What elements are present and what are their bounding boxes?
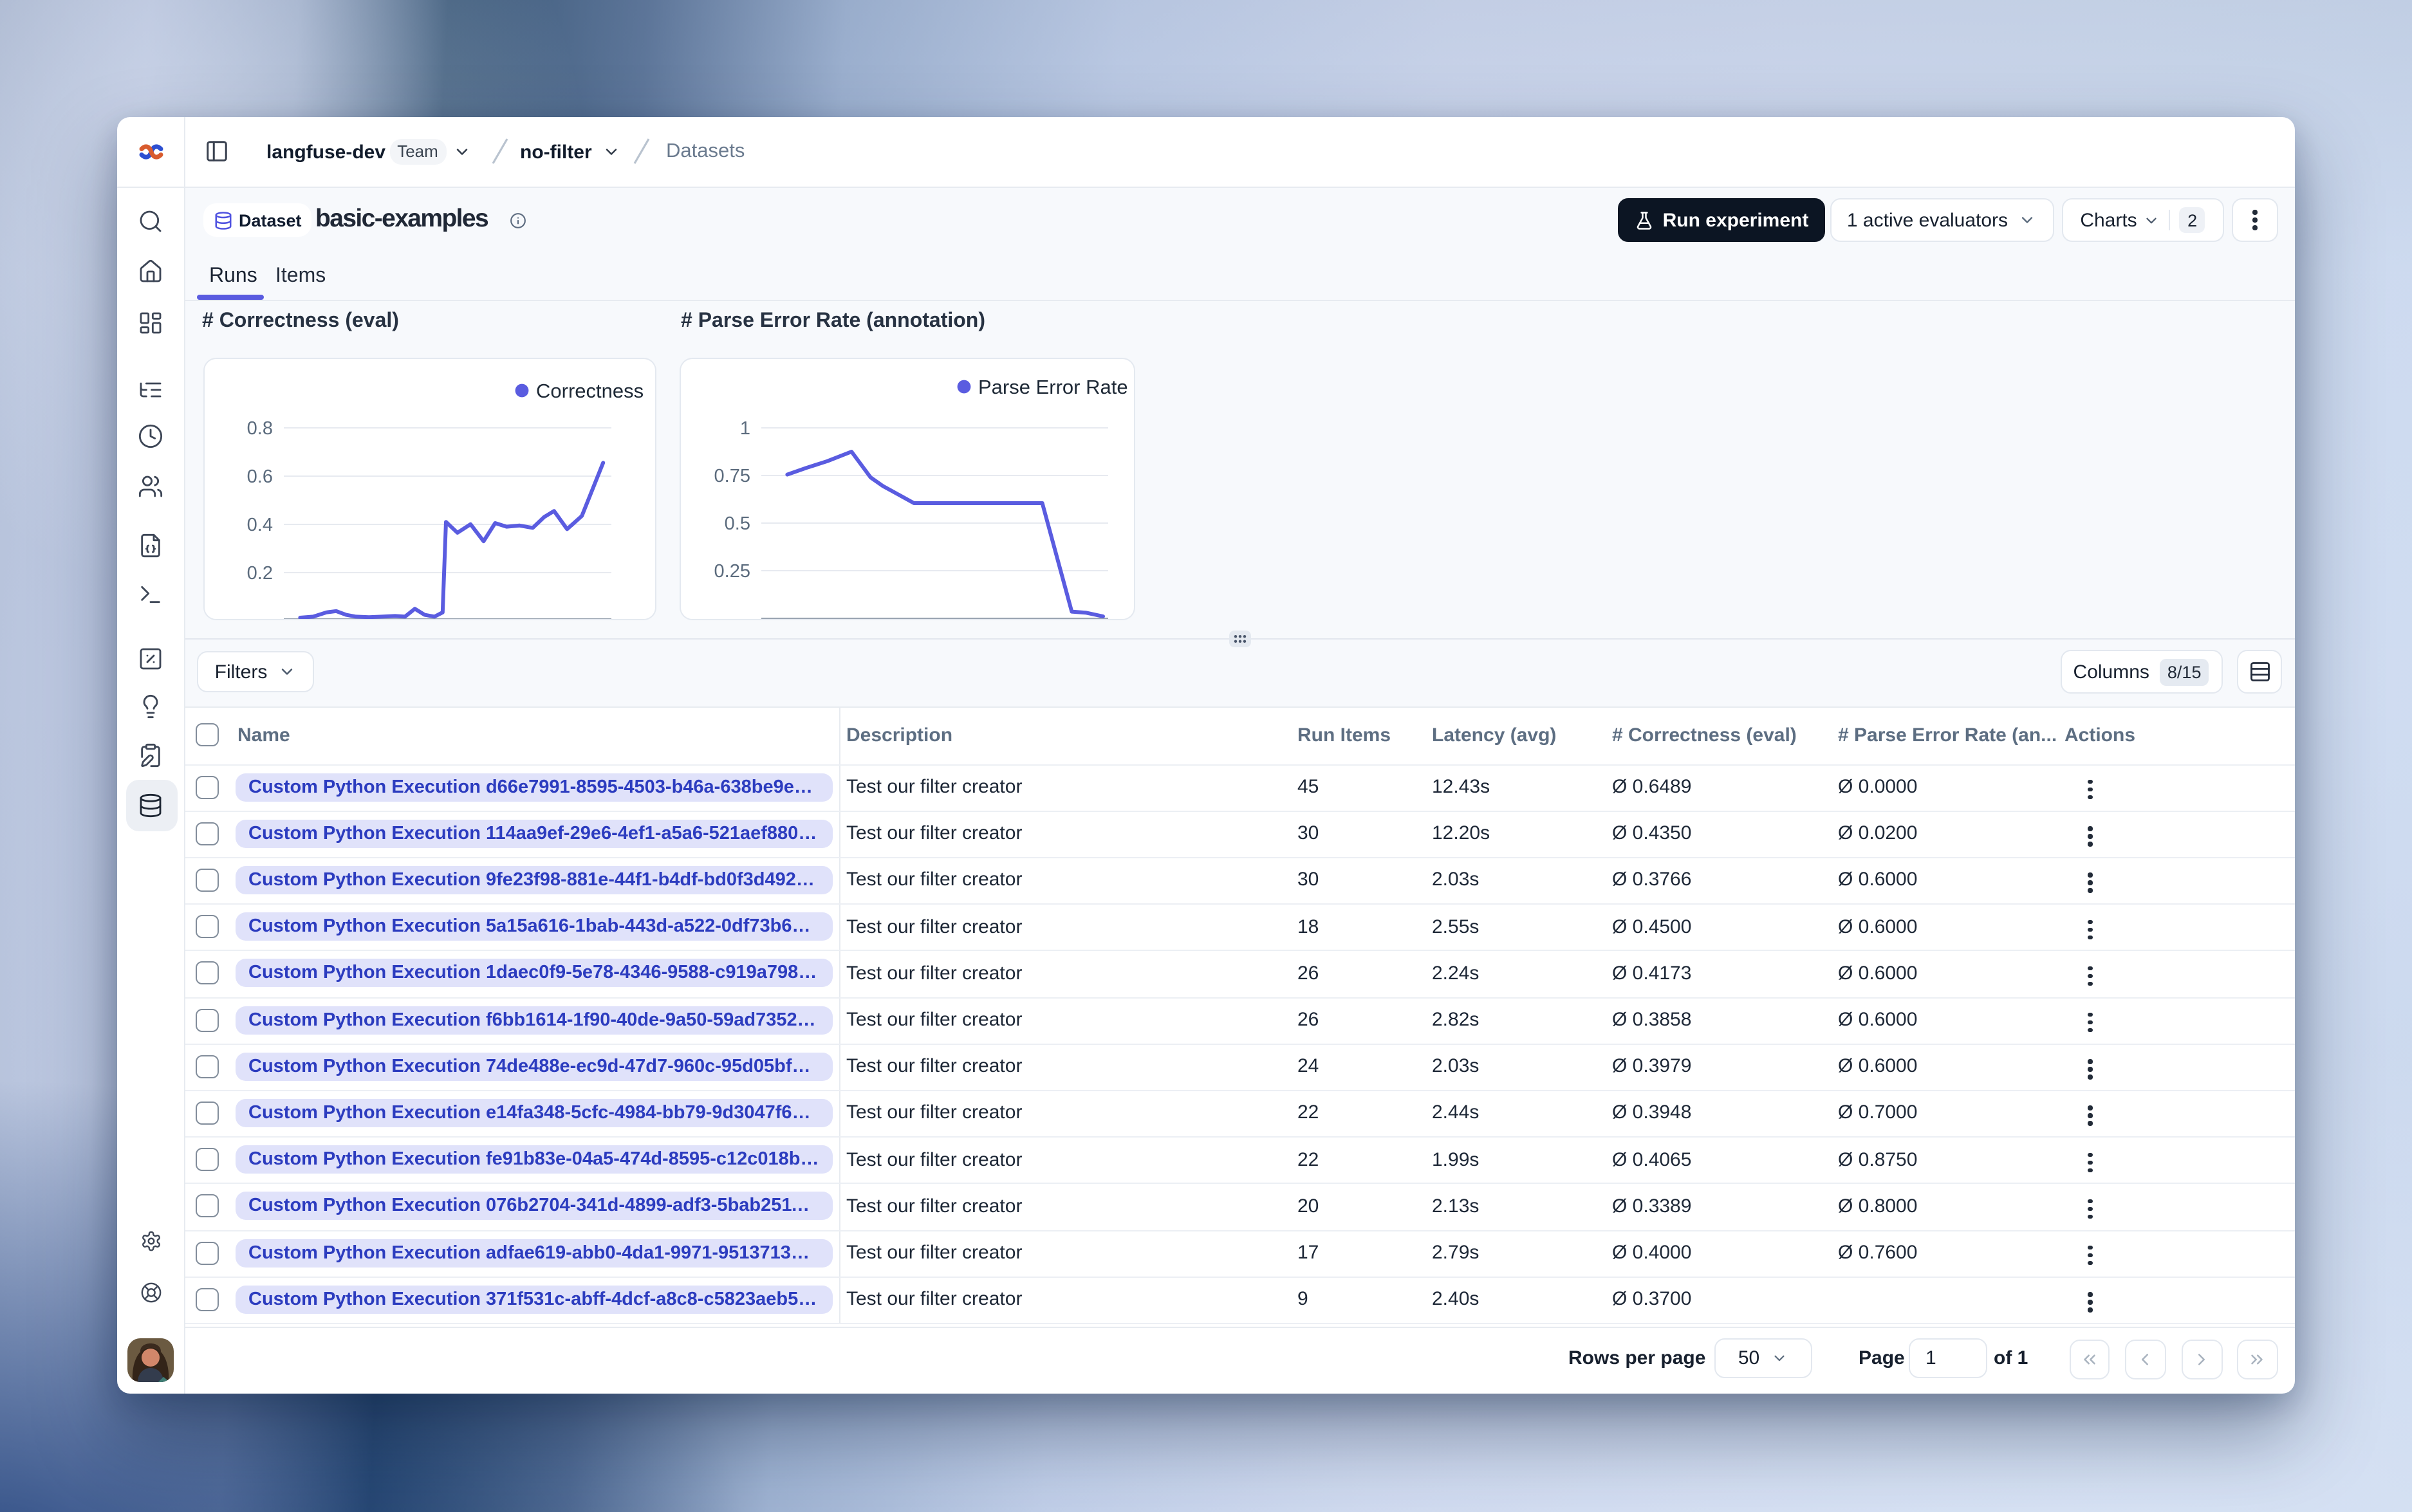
svg-text:0.75: 0.75 — [714, 465, 750, 486]
svg-text:0.2: 0.2 — [247, 562, 273, 583]
svg-text:Parse Error Rate: Parse Error Rate — [978, 375, 1128, 398]
svg-text:0.8: 0.8 — [247, 418, 273, 438]
svg-text:0.4: 0.4 — [247, 514, 273, 535]
svg-text:Correctness: Correctness — [536, 379, 644, 401]
svg-text:0.25: 0.25 — [714, 560, 750, 581]
svg-text:1: 1 — [740, 418, 750, 438]
svg-text:0.6: 0.6 — [247, 466, 273, 486]
svg-text:0.5: 0.5 — [725, 513, 750, 533]
